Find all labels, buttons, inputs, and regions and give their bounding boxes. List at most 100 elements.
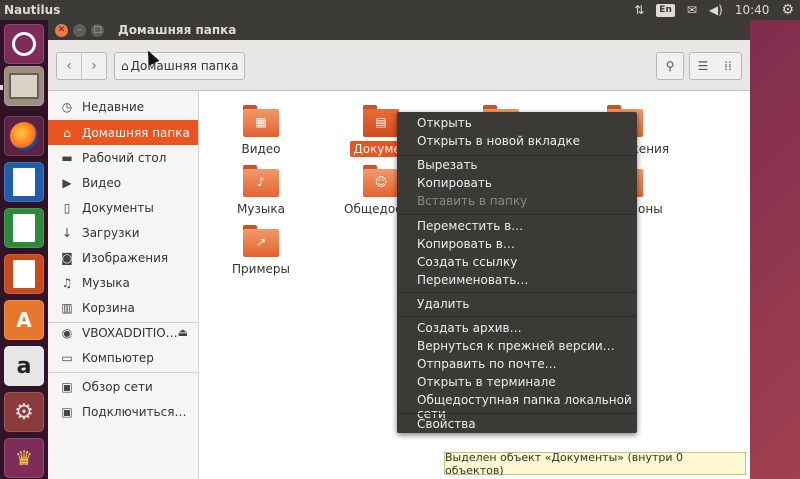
sidebar-item-label: Музыка: [82, 275, 130, 290]
file-name: Видео: [241, 142, 281, 156]
eject-icon[interactable]: ⏏: [178, 326, 188, 339]
menu-item-properties[interactable]: Свойства: [417, 417, 476, 431]
file-name: оны: [638, 202, 663, 216]
status-text: Выделен объект «Документы» (внутри 0 объ…: [445, 450, 683, 477]
back-button[interactable]: ‹: [57, 53, 81, 79]
sidebar-item-label: Компьютер: [82, 350, 154, 365]
sidebar-item-label: Документы: [82, 200, 154, 215]
file-item-music[interactable]: ♪ Музыка: [221, 165, 301, 217]
file-manager-icon[interactable]: [4, 66, 44, 106]
chevron-left-icon: ‹: [66, 58, 72, 74]
sidebar-item-recent[interactable]: ◷ Недавние: [48, 94, 198, 119]
menu-item-paste-into: Вставить в папку: [417, 194, 528, 208]
volume-icon[interactable]: ◀): [709, 3, 723, 17]
app-name: Nautilus: [4, 3, 61, 17]
settings-icon[interactable]: ⚙: [4, 392, 44, 432]
download-icon: ↓: [61, 225, 73, 240]
sidebar-item-label: Изображения: [82, 250, 169, 265]
network-arrows-icon[interactable]: ⇅: [634, 3, 644, 17]
impress-icon[interactable]: [4, 254, 44, 294]
sidebar-item-label: Видео: [82, 175, 122, 190]
menu-item-rename[interactable]: Переименовать…: [417, 273, 528, 287]
music-icon: ♫: [61, 275, 73, 290]
keyboard-layout[interactable]: En: [656, 3, 675, 17]
menu-item-open-new-tab[interactable]: Открыть в новой вкладке: [417, 134, 580, 148]
list-view-button[interactable]: ☰: [689, 52, 717, 80]
context-menu: Открыть Открыть в новой вкладке Вырезать…: [397, 112, 637, 433]
sidebar-item-computer[interactable]: ▭ Компьютер: [48, 345, 198, 370]
firefox-icon[interactable]: [4, 116, 44, 156]
menu-item-open-terminal[interactable]: Открыть в терминале: [417, 375, 556, 389]
sidebar: ◷ Недавние ⌂ Домашняя папка ▬ Рабочий ст…: [48, 91, 199, 479]
file-name: Примеры: [232, 262, 290, 276]
sidebar-item-label: Корзина: [82, 300, 135, 315]
gear-icon[interactable]: ⚙: [781, 2, 794, 18]
menu-item-cut[interactable]: Вырезать: [417, 158, 478, 172]
trash-icon: ▥: [61, 300, 73, 315]
menu-item-delete[interactable]: Удалить: [417, 297, 470, 311]
sidebar-item-video[interactable]: ▶ Видео: [48, 170, 198, 195]
video-icon: ▶: [62, 175, 72, 190]
network-icon: ▣: [61, 379, 73, 394]
menu-separator: [398, 413, 636, 414]
sidebar-item-desktop[interactable]: ▬ Рабочий стол: [48, 145, 198, 170]
path-bar-home[interactable]: ⌂ Домашняя папка: [114, 52, 246, 80]
sidebar-item-network[interactable]: ▣ Обзор сети: [48, 374, 198, 399]
sidebar-item-downloads[interactable]: ↓ Загрузки: [48, 220, 198, 245]
grid-view-button[interactable]: ⁞⁞: [715, 52, 742, 80]
sidebar-item-documents[interactable]: ▯ Документы: [48, 195, 198, 220]
software-center-icon[interactable]: A: [4, 300, 44, 340]
desktop-icon: ▬: [61, 150, 73, 165]
list-view-icon: ☰: [697, 59, 709, 73]
trash-launcher-icon[interactable]: ♛: [4, 438, 44, 478]
clock[interactable]: 10:40: [735, 3, 770, 17]
clock-icon: ◷: [61, 99, 73, 114]
minimize-icon[interactable]: –: [73, 23, 86, 37]
sidebar-item-connect[interactable]: ▣ Подключиться…: [48, 399, 198, 424]
file-item-examples[interactable]: ↗ Примеры: [221, 225, 301, 277]
launcher-running-indicator: [0, 85, 3, 90]
forward-button[interactable]: ›: [81, 53, 106, 79]
ubuntu-dash-icon[interactable]: [4, 24, 44, 64]
menu-separator: [398, 155, 636, 156]
amazon-icon[interactable]: a: [4, 346, 44, 386]
search-button[interactable]: ⚲: [656, 52, 684, 80]
sidebar-divider: [48, 372, 198, 373]
documents-folder-icon: ▤: [363, 105, 399, 137]
sidebar-item-label: VBOXADDITIO…: [82, 325, 178, 340]
sidebar-item-home[interactable]: ⌂ Домашняя папка: [48, 120, 198, 145]
home-icon: ⌂: [121, 59, 129, 73]
sidebar-item-label: Подключиться…: [82, 404, 187, 419]
menu-separator: [398, 292, 636, 293]
menu-item-copy-to[interactable]: Копировать в…: [417, 237, 515, 251]
sidebar-item-trash[interactable]: ▥ Корзина: [48, 295, 198, 320]
launcher: A a ⚙ ♛: [0, 20, 48, 479]
mail-icon[interactable]: ✉: [687, 3, 697, 17]
menu-item-copy[interactable]: Копировать: [417, 176, 492, 190]
menu-item-open[interactable]: Открыть: [417, 116, 472, 130]
menu-item-compress[interactable]: Создать архив…: [417, 321, 522, 335]
menu-item-move-to[interactable]: Переместить в…: [417, 219, 523, 233]
window-titlebar[interactable]: ✕ – □ Домашняя папка: [48, 20, 750, 40]
sidebar-item-vbox[interactable]: ◉ VBOXADDITIO… ⏏: [48, 320, 198, 345]
system-tray: ⇅ En ✉ ◀) 10:40 ⚙: [634, 0, 800, 20]
maximize-icon[interactable]: □: [91, 23, 104, 37]
disc-icon: ◉: [61, 325, 73, 340]
sidebar-item-music[interactable]: ♫ Музыка: [48, 270, 198, 295]
sidebar-item-label: Загрузки: [82, 225, 140, 240]
sidebar-item-pictures[interactable]: ◙ Изображения: [48, 245, 198, 270]
menu-item-make-link[interactable]: Создать ссылку: [417, 255, 517, 269]
search-icon: ⚲: [665, 59, 675, 73]
calc-icon[interactable]: [4, 208, 44, 248]
writer-icon[interactable]: [4, 162, 44, 202]
sidebar-item-label: Домашняя папка: [82, 125, 190, 140]
menu-item-revert[interactable]: Вернуться к прежней версии…: [417, 339, 615, 353]
file-item-video[interactable]: ▦ Видео: [221, 105, 301, 157]
examples-folder-icon: ↗: [243, 225, 279, 257]
close-icon[interactable]: ✕: [55, 23, 68, 37]
nav-buttons: ‹ ›: [56, 52, 107, 80]
status-bar: Выделен объект «Документы» (внутри 0 объ…: [444, 450, 746, 477]
connect-icon: ▣: [61, 404, 73, 419]
menu-item-send-mail[interactable]: Отправить по почте…: [417, 357, 557, 371]
menu-separator: [398, 316, 636, 317]
